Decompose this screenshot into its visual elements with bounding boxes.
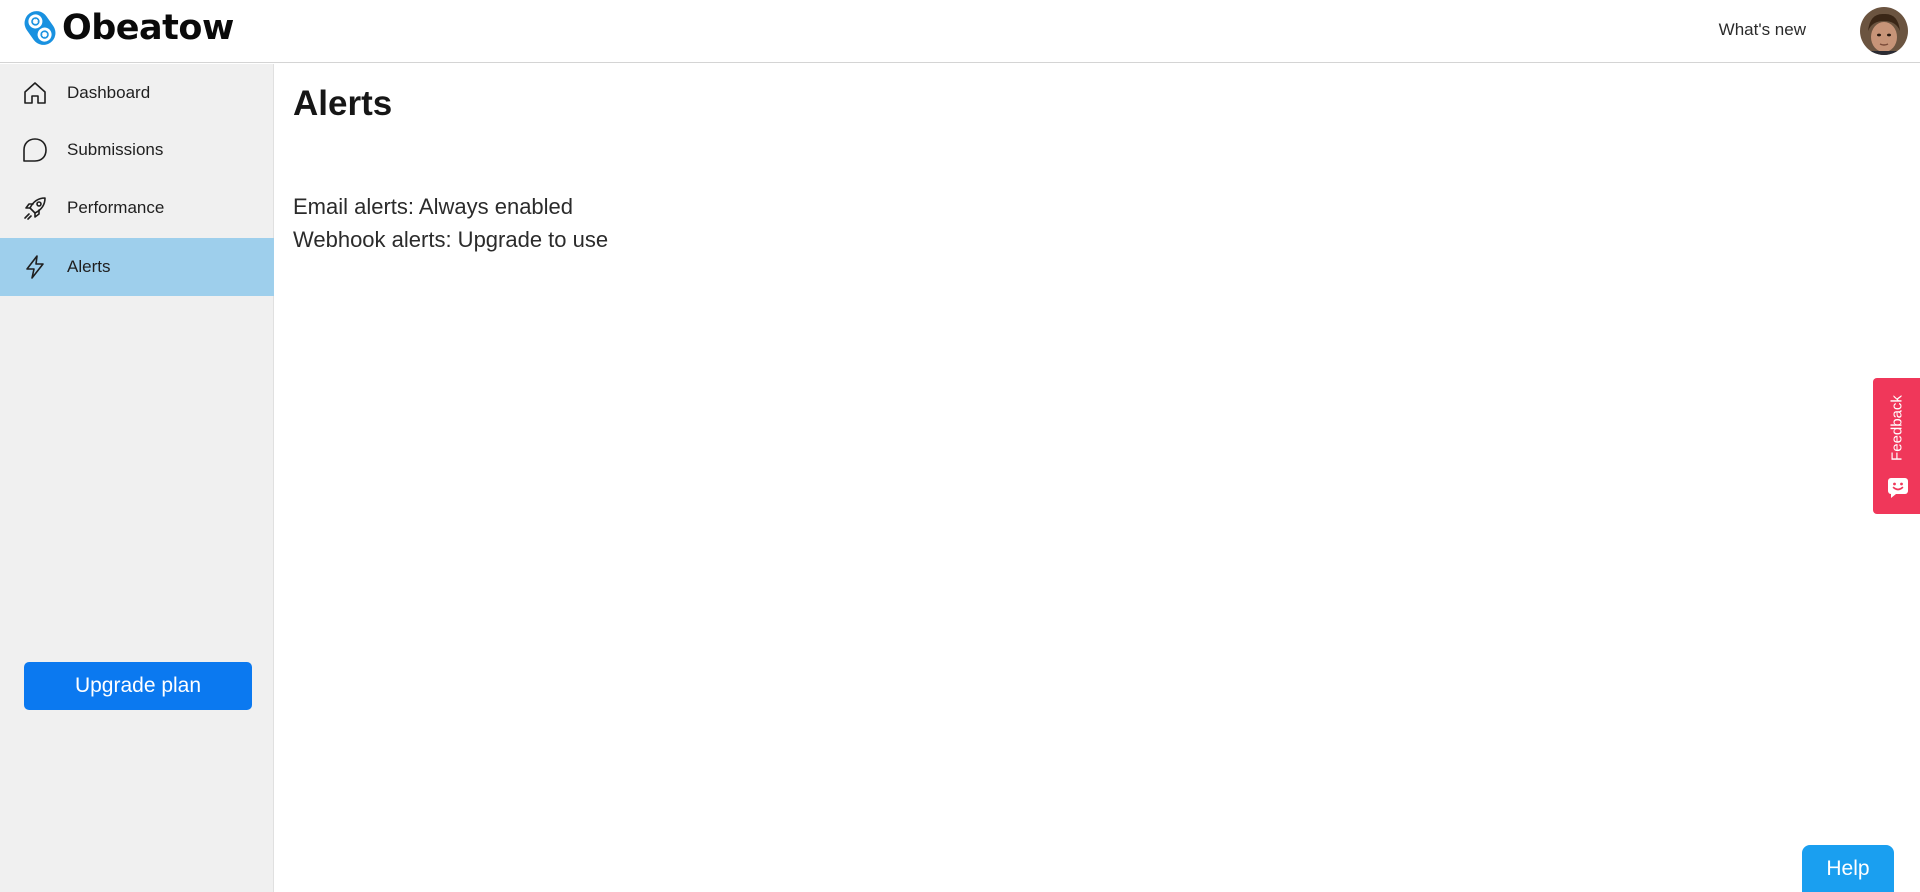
sidebar-item-label: Performance bbox=[67, 198, 165, 217]
user-avatar[interactable] bbox=[1860, 7, 1908, 55]
help-button[interactable]: Help bbox=[1802, 845, 1894, 892]
sidebar-item-submissions[interactable]: Submissions bbox=[0, 121, 274, 179]
avatar-icon bbox=[1860, 7, 1908, 55]
logo-mark-icon bbox=[24, 11, 56, 45]
sidebar-item-dashboard[interactable]: Dashboard bbox=[0, 64, 274, 122]
rocket-icon bbox=[21, 194, 49, 222]
lightning-icon bbox=[21, 253, 49, 281]
feedback-tab[interactable]: Feedback bbox=[1873, 378, 1920, 514]
sidebar-item-alerts[interactable]: Alerts bbox=[0, 238, 274, 296]
sidebar-item-performance[interactable]: Performance bbox=[0, 179, 274, 237]
feedback-label: Feedback bbox=[1888, 395, 1906, 461]
brand-logo[interactable]: Obeatow bbox=[22, 8, 234, 48]
whats-new-link[interactable]: What's new bbox=[1719, 20, 1806, 40]
sidebar: Dashboard Submissions Performance Alerts… bbox=[0, 64, 274, 892]
home-icon bbox=[21, 79, 49, 107]
upgrade-plan-button[interactable]: Upgrade plan bbox=[24, 662, 252, 710]
brand-name: Obeatow bbox=[62, 8, 234, 48]
sidebar-item-label: Alerts bbox=[67, 257, 111, 276]
page-title: Alerts bbox=[293, 84, 393, 123]
smiley-icon bbox=[1888, 478, 1908, 498]
webhook-alerts-status: Webhook alerts: Upgrade to use bbox=[293, 227, 609, 252]
sidebar-item-label: Submissions bbox=[67, 140, 164, 159]
sidebar-item-label: Dashboard bbox=[67, 83, 151, 102]
top-bar: Obeatow What's new bbox=[0, 0, 1920, 63]
chat-bubble-icon bbox=[21, 136, 49, 164]
email-alerts-status: Email alerts: Always enabled bbox=[293, 194, 574, 219]
